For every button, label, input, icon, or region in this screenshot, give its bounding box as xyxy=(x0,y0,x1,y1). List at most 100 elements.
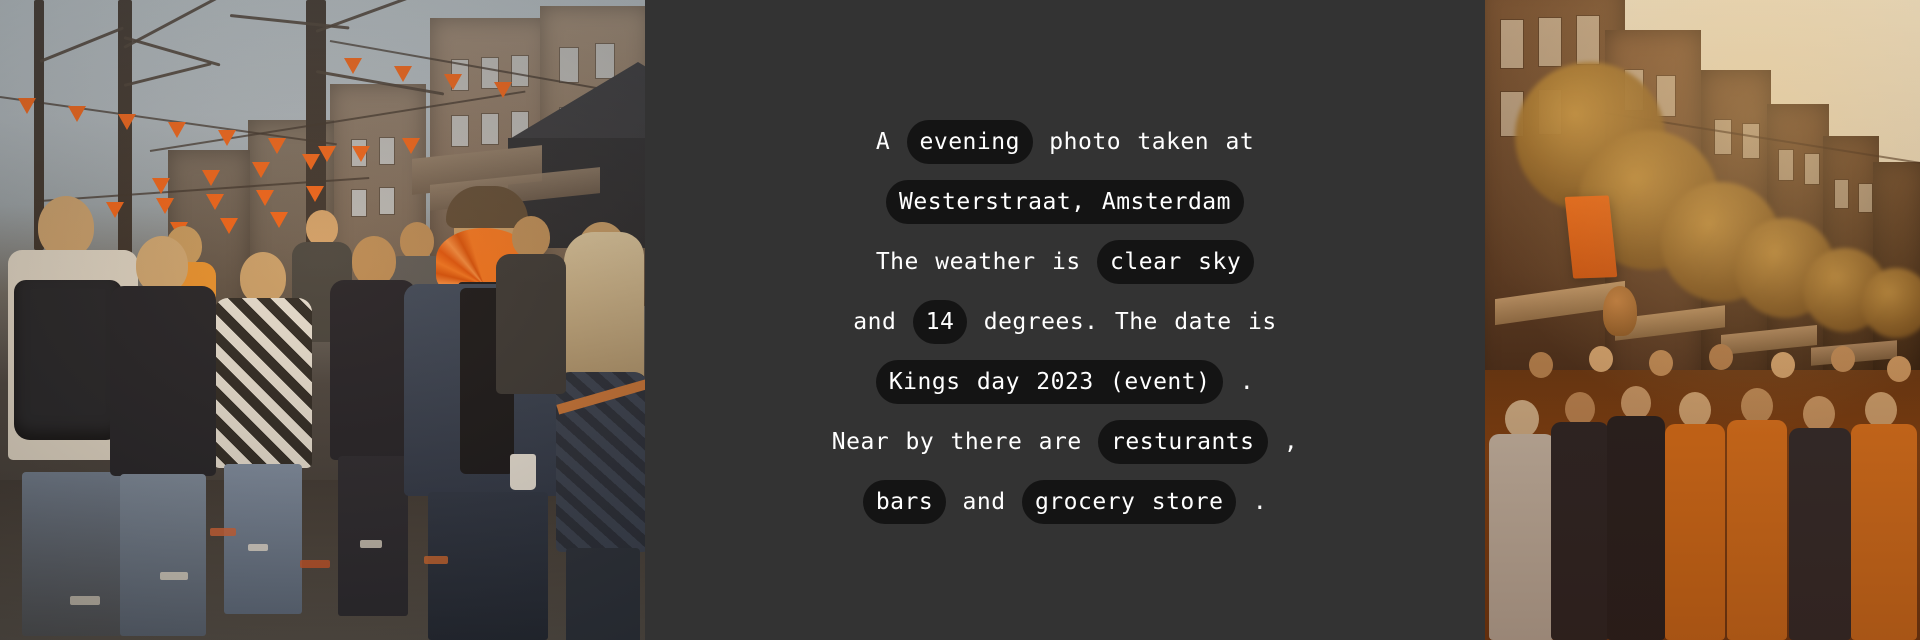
street-litter xyxy=(424,556,448,564)
caption-plain-text: . xyxy=(1236,489,1268,515)
crowd-body xyxy=(1489,434,1555,640)
crowd-body xyxy=(1789,428,1851,640)
crowd-head xyxy=(1831,346,1855,372)
crowd-body xyxy=(1665,424,1725,640)
person-head xyxy=(512,216,550,258)
crowd-body xyxy=(1727,420,1787,640)
caption-plain-text: The weather is xyxy=(875,249,1098,275)
caption-plain-text: A xyxy=(875,129,907,155)
person-legs xyxy=(338,456,408,616)
street-litter xyxy=(70,596,100,605)
caption-plain-text: . xyxy=(1223,369,1255,395)
caption-panel: A evening photo taken at Westerstraat, Am… xyxy=(645,0,1485,640)
person-legs xyxy=(22,472,122,636)
bunting-flag xyxy=(394,66,412,82)
bunting-flag xyxy=(206,194,224,210)
caption-entity-chip[interactable]: evening xyxy=(906,120,1033,164)
window xyxy=(380,138,394,164)
caption-line: Westerstraat, Amsterdam xyxy=(810,172,1320,232)
window xyxy=(452,116,468,146)
crowd-head xyxy=(1649,350,1673,376)
window xyxy=(380,188,394,214)
crowd-head xyxy=(1741,388,1773,424)
person-body xyxy=(110,286,216,476)
window xyxy=(1805,154,1819,184)
window xyxy=(1577,16,1599,64)
bunting-flag xyxy=(302,154,320,170)
caption-text: A evening photo taken at Westerstraat, Am… xyxy=(810,112,1320,532)
coffee-cup xyxy=(510,454,536,490)
window xyxy=(1779,150,1793,180)
bunting-flag xyxy=(256,190,274,206)
street-litter xyxy=(360,540,382,548)
bunting-flag xyxy=(270,212,288,228)
crowd-person xyxy=(214,252,312,614)
person-head xyxy=(38,196,94,258)
caption-entity-chip[interactable]: Westerstraat, Amsterdam xyxy=(886,180,1244,224)
window xyxy=(1501,20,1523,68)
person-head xyxy=(352,236,396,286)
caption-plain-text: photo taken at xyxy=(1032,129,1255,155)
street-litter xyxy=(248,544,268,551)
crowd-head xyxy=(1589,346,1613,372)
image-caption-viewer: A evening photo taken at Westerstraat, Am… xyxy=(0,0,1920,640)
person-head xyxy=(240,252,286,304)
crowd-body xyxy=(1551,422,1609,640)
window xyxy=(1859,184,1872,212)
caption-line: bars and grocery store . xyxy=(810,472,1320,532)
market-tent-roof xyxy=(508,62,645,140)
window xyxy=(1743,124,1759,158)
bunting-flag xyxy=(318,146,336,162)
window xyxy=(1539,18,1561,66)
bunting-flag xyxy=(118,114,136,130)
bunting-flag xyxy=(18,98,36,114)
right-photo xyxy=(1485,0,1920,640)
person-legs xyxy=(224,464,302,614)
caption-entity-chip[interactable]: bars xyxy=(862,480,947,524)
street-litter xyxy=(300,560,330,568)
caption-line: and 14 degrees. The date is xyxy=(810,292,1320,352)
caption-plain-text: , xyxy=(1267,429,1299,455)
bunting-flag xyxy=(156,198,174,214)
bunting-flag xyxy=(220,218,238,234)
caption-plain-text: Near by there are xyxy=(831,429,1099,455)
window xyxy=(352,190,366,216)
bunting-flag xyxy=(168,122,186,138)
left-photo xyxy=(0,0,645,640)
person-body xyxy=(496,254,566,394)
backpack xyxy=(14,280,122,440)
bunting-flag xyxy=(152,178,170,194)
caption-entity-chip[interactable]: resturants xyxy=(1098,420,1268,464)
crowd-body xyxy=(1851,424,1917,640)
caption-entity-chip[interactable]: Kings day 2023 (event) xyxy=(875,360,1224,404)
bunting-flag xyxy=(444,74,462,90)
crowd-head xyxy=(1771,352,1795,378)
hanging-flower-basket xyxy=(1603,286,1637,336)
bunting-flag xyxy=(68,106,86,122)
window xyxy=(1715,120,1731,154)
crowd-head xyxy=(1505,400,1539,438)
bunting-flag xyxy=(306,186,324,202)
caption-entity-chip[interactable]: clear sky xyxy=(1097,240,1255,284)
bunting-flag xyxy=(268,138,286,154)
crowd-head xyxy=(1565,392,1595,426)
orange-flag xyxy=(1564,195,1618,279)
caption-line: The weather is clear sky xyxy=(810,232,1320,292)
bunting-flag xyxy=(218,130,236,146)
crowd-head xyxy=(1529,352,1553,378)
caption-line: A evening photo taken at xyxy=(810,112,1320,172)
street-litter xyxy=(160,572,188,580)
caption-entity-chip[interactable]: grocery store xyxy=(1021,480,1237,524)
caption-line: Near by there are resturants , xyxy=(810,412,1320,472)
caption-plain-text: and xyxy=(946,489,1022,515)
person-legs xyxy=(428,492,548,640)
bunting-flag xyxy=(252,162,270,178)
window xyxy=(482,114,498,144)
caption-entity-chip[interactable]: 14 xyxy=(912,300,968,344)
crowd-head xyxy=(1621,386,1651,420)
caption-plain-text: degrees. The date is xyxy=(967,309,1277,335)
person-legs xyxy=(120,474,206,636)
person-body xyxy=(214,298,312,468)
bunting-flag xyxy=(344,58,362,74)
crowd-person xyxy=(496,216,566,446)
